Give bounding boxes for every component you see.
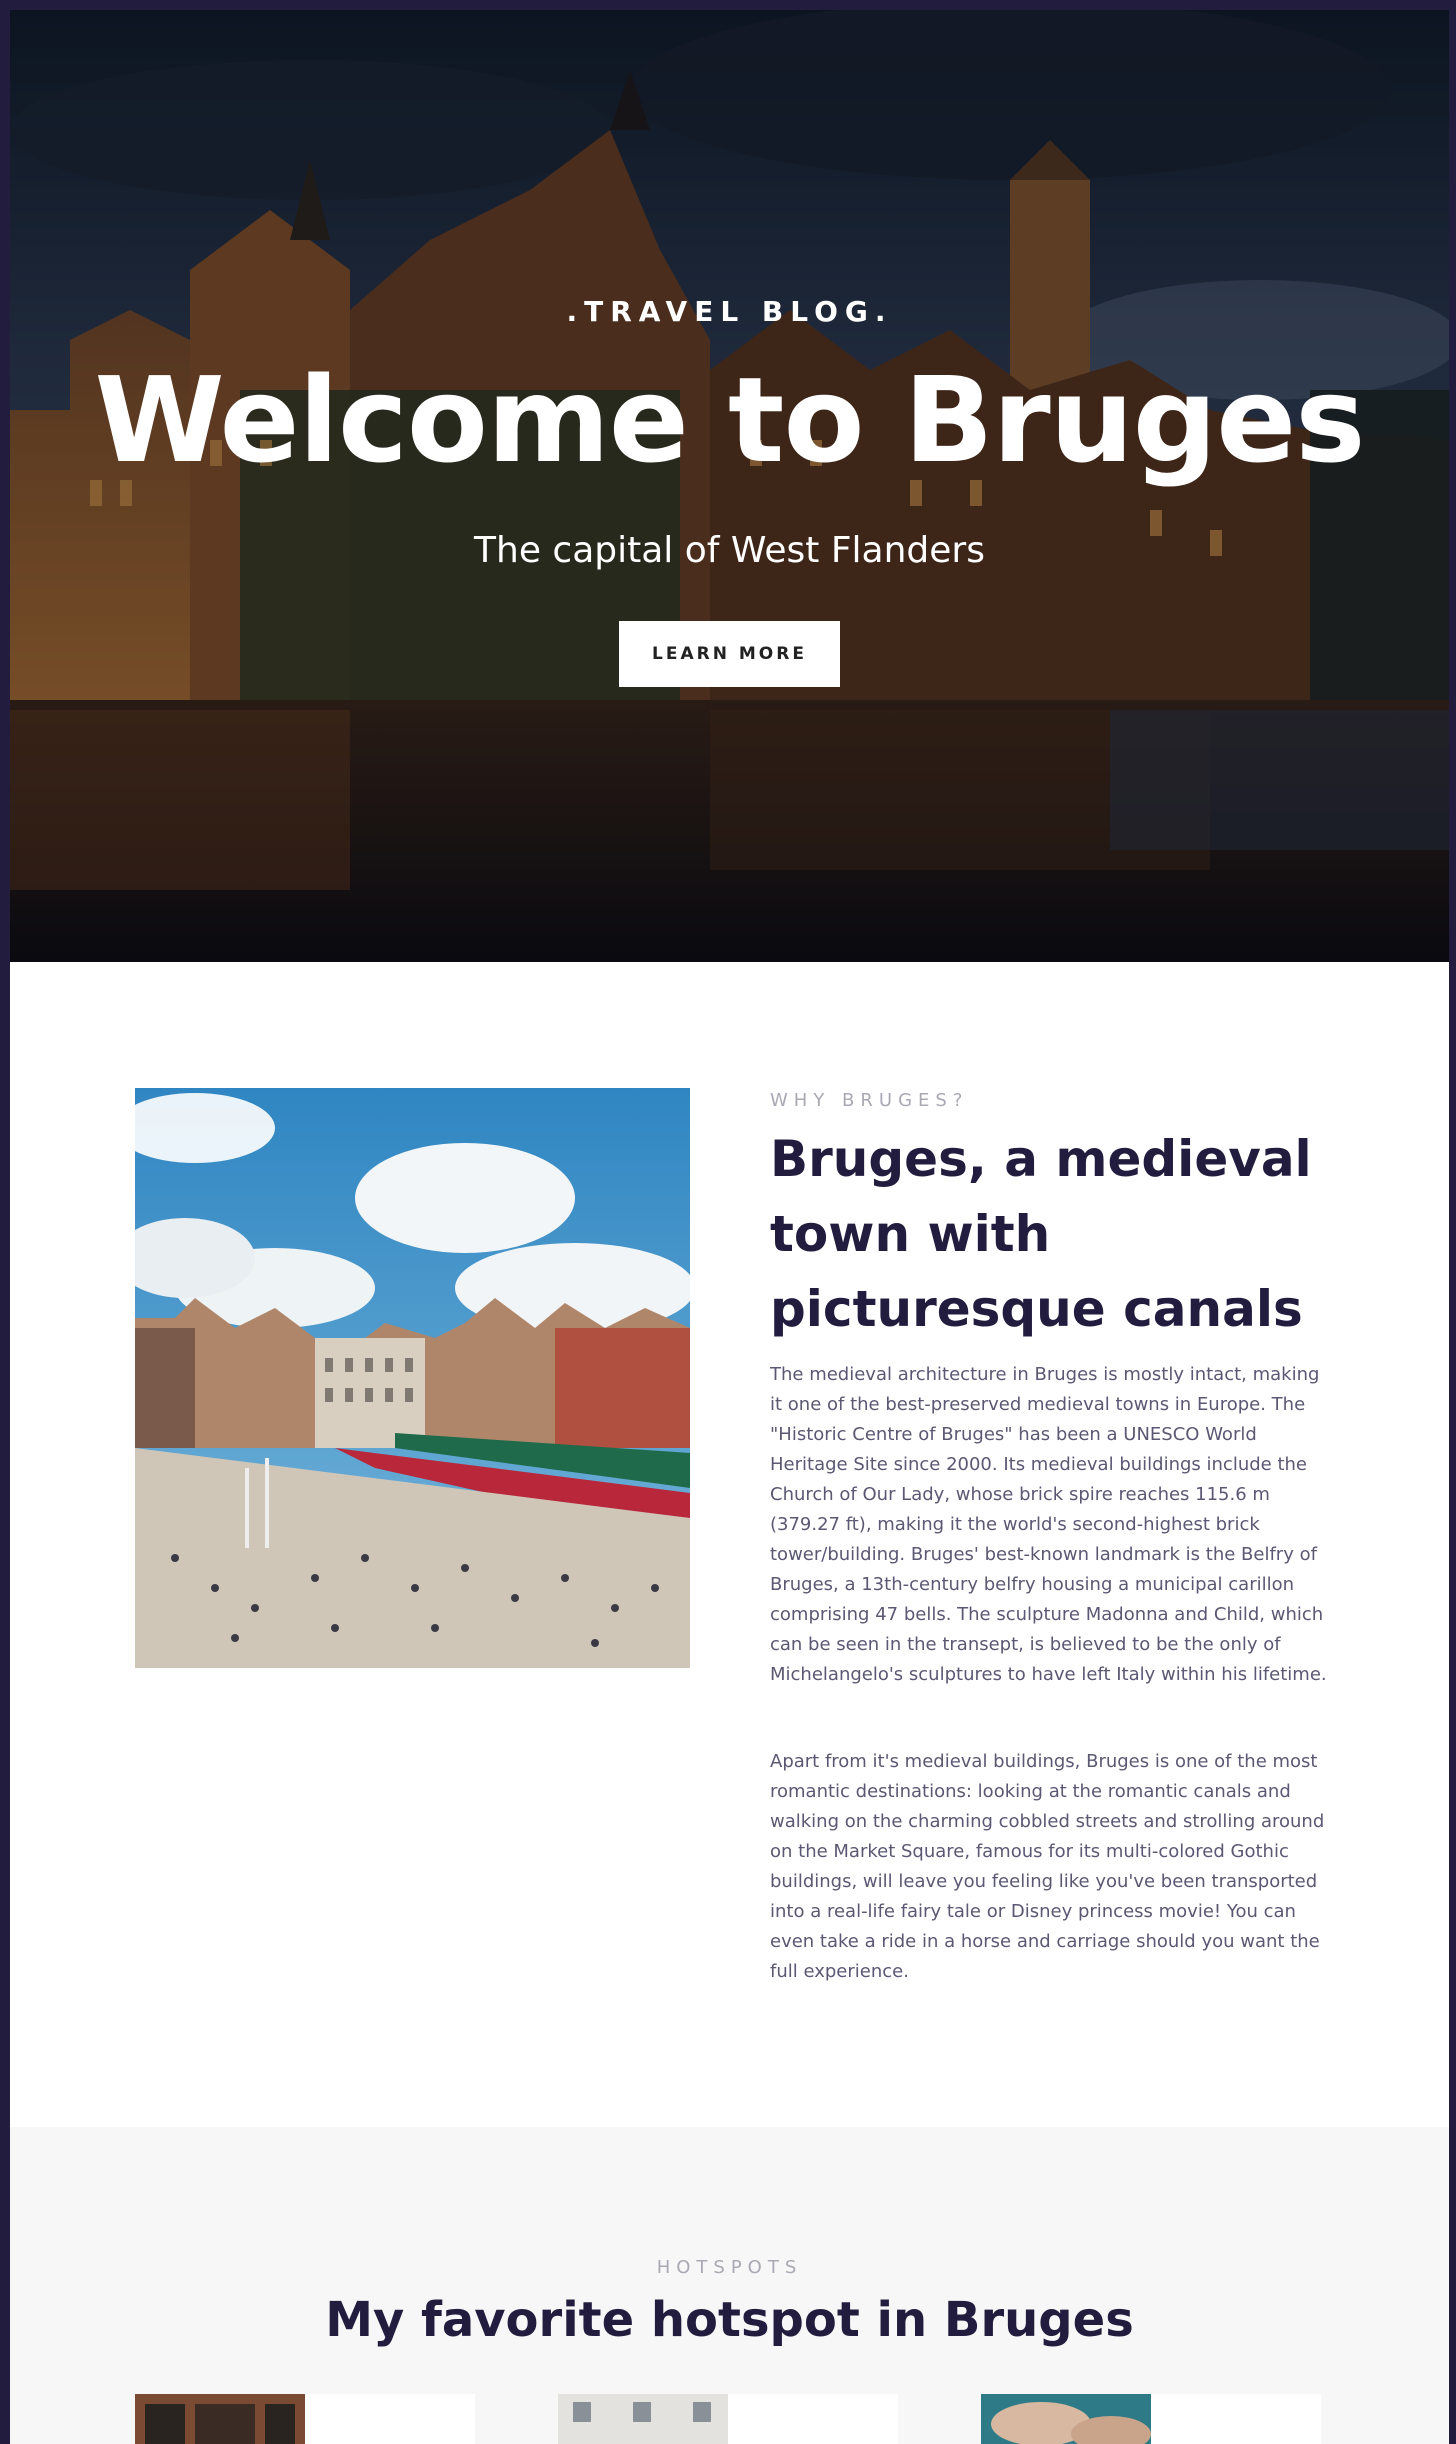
hotspot-card[interactable] — [135, 2394, 475, 2444]
hotspot-card[interactable] — [981, 2394, 1321, 2444]
hotspot-card[interactable] — [558, 2394, 898, 2444]
hotspot-card-image — [981, 2394, 1151, 2444]
hero-section: .TRAVEL BLOG. Welcome to Bruges The capi… — [10, 10, 1449, 962]
hotspots-kicker: HOTSPOTS — [656, 2257, 803, 2278]
hotspot-card-image — [558, 2394, 728, 2444]
hero-kicker: .TRAVEL BLOG. — [566, 295, 893, 328]
hotspot-card-image — [135, 2394, 305, 2444]
about-heading: Bruges, a medieval town with picturesque… — [770, 1130, 1312, 1338]
hotspots-title: My favorite hotspot in Bruges — [325, 2292, 1134, 2348]
hero-subtitle: The capital of West Flanders — [474, 530, 985, 571]
learn-more-button[interactable]: LEARN MORE — [619, 621, 840, 687]
market-square-image — [135, 1088, 690, 1668]
page: .TRAVEL BLOG. Welcome to Bruges The capi… — [10, 10, 1449, 2444]
about-paragraph: The medieval architecture in Bruges is m… — [770, 1364, 1327, 1685]
about-kicker: WHY BRUGES? — [770, 1090, 969, 1111]
hero-title: Welcome to Bruges — [94, 351, 1366, 489]
about-paragraph: Apart from it's medieval buildings, Brug… — [770, 1751, 1325, 1982]
